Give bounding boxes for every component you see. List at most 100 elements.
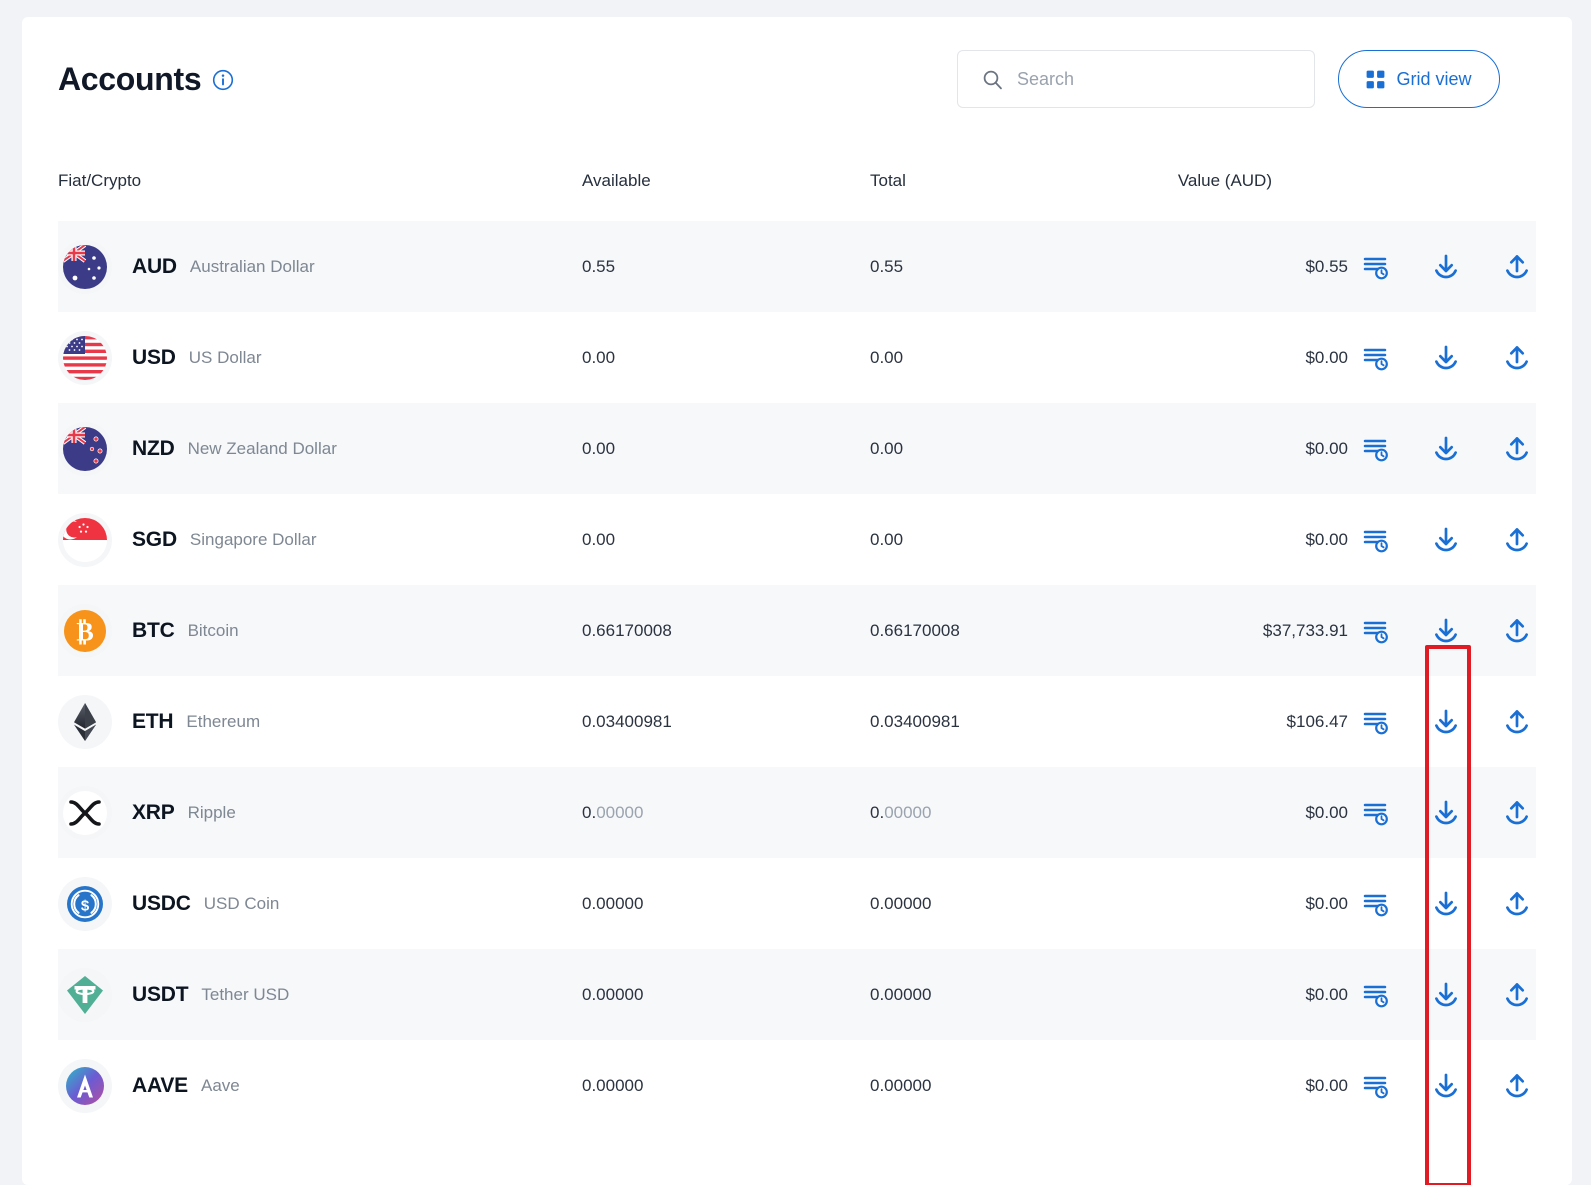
withdraw-upload-icon[interactable] xyxy=(1500,614,1534,648)
available-cell: 0.66170008 xyxy=(582,621,672,641)
available-value: 0.00 xyxy=(582,347,616,367)
search-box[interactable] xyxy=(957,50,1315,108)
table-body: AUD Australian Dollar 0.55 0.55 $0.55 USD US D… xyxy=(22,221,1572,1131)
deposit-download-icon[interactable] xyxy=(1429,614,1463,648)
transaction-history-icon[interactable] xyxy=(1358,341,1392,375)
table-row[interactable]: USDC USD Coin 0.00000 0.00000 $0.00 xyxy=(58,858,1536,949)
deposit-download-icon[interactable] xyxy=(1429,250,1463,284)
total-value: 0.00000 xyxy=(870,1075,932,1095)
row-actions xyxy=(1358,432,1534,466)
total-cell: 0.00000 xyxy=(870,803,931,823)
transaction-history-icon[interactable] xyxy=(1358,250,1392,284)
withdraw-upload-icon[interactable] xyxy=(1500,978,1534,1012)
transaction-history-icon[interactable] xyxy=(1358,887,1392,921)
flag-singapore-icon xyxy=(58,512,112,567)
asset-cell: USDC USD Coin xyxy=(58,876,279,931)
deposit-download-icon[interactable] xyxy=(1429,432,1463,466)
grid-icon xyxy=(1366,70,1385,89)
search-input[interactable] xyxy=(1017,68,1287,90)
tether-icon xyxy=(58,967,112,1022)
deposit-download-icon[interactable] xyxy=(1429,341,1463,375)
total-cell: 0.00000 xyxy=(870,985,931,1005)
available-cell: 0.00000 xyxy=(582,985,643,1005)
transaction-history-icon[interactable] xyxy=(1358,523,1392,557)
value-aud-cell: $37,733.91 xyxy=(1262,620,1348,640)
withdraw-upload-icon[interactable] xyxy=(1500,887,1534,921)
page-title: Accounts xyxy=(58,61,202,97)
table-row[interactable]: BTC Bitcoin 0.66170008 0.66170008 $37,733.91 xyxy=(58,585,1536,676)
transaction-history-icon[interactable] xyxy=(1358,432,1392,466)
asset-cell: BTC Bitcoin xyxy=(58,603,239,658)
table-row[interactable]: ETH Ethereum 0.03400981 0.03400981 $106.47 xyxy=(58,676,1536,767)
withdraw-upload-icon[interactable] xyxy=(1500,796,1534,830)
asset-code: BTC xyxy=(132,618,175,642)
withdraw-upload-icon[interactable] xyxy=(1500,705,1534,739)
flag-australia-icon xyxy=(58,239,112,294)
asset-code: AUD xyxy=(132,254,177,278)
row-actions xyxy=(1358,1069,1534,1103)
deposit-download-icon[interactable] xyxy=(1429,796,1463,830)
info-circle-icon[interactable] xyxy=(212,69,234,91)
usd-coin-icon xyxy=(58,876,112,931)
table-header-row: Fiat/Crypto Available Total Value (AUD) xyxy=(22,145,1572,221)
total-value: 0.00 xyxy=(870,438,904,458)
deposit-download-icon[interactable] xyxy=(1429,978,1463,1012)
aave-icon xyxy=(58,1058,112,1113)
total-value: 0.66170008 xyxy=(870,620,960,640)
table-row[interactable]: NZD New Zealand Dollar 0.00 0.00 $0.00 xyxy=(58,403,1536,494)
total-cell: 0.00 xyxy=(870,530,903,550)
deposit-download-icon[interactable] xyxy=(1429,523,1463,557)
asset-code: USDC xyxy=(132,891,191,915)
grid-view-label: Grid view xyxy=(1396,68,1472,89)
table-row[interactable]: XRP Ripple 0.00000 0.00000 $0.00 xyxy=(58,767,1536,858)
transaction-history-icon[interactable] xyxy=(1358,978,1392,1012)
withdraw-upload-icon[interactable] xyxy=(1500,341,1534,375)
deposit-download-icon[interactable] xyxy=(1429,1069,1463,1103)
row-actions xyxy=(1358,341,1534,375)
transaction-history-icon[interactable] xyxy=(1358,705,1392,739)
row-actions xyxy=(1358,250,1534,284)
transaction-history-icon[interactable] xyxy=(1358,796,1392,830)
asset-code: ETH xyxy=(132,709,174,733)
available-cell: 0.00000 xyxy=(582,1076,643,1096)
asset-cell: NZD New Zealand Dollar xyxy=(58,421,337,476)
value-aud-cell: $0.55 xyxy=(1305,256,1348,276)
row-actions xyxy=(1358,523,1534,557)
value-aud-cell: $0.00 xyxy=(1305,893,1348,913)
available-value: 0.00 xyxy=(582,529,616,549)
asset-code: USDT xyxy=(132,982,189,1006)
deposit-download-icon[interactable] xyxy=(1429,887,1463,921)
asset-name: Bitcoin xyxy=(187,620,239,640)
withdraw-upload-icon[interactable] xyxy=(1500,432,1534,466)
ripple-icon xyxy=(58,785,112,840)
asset-code: SGD xyxy=(132,527,177,551)
withdraw-upload-icon[interactable] xyxy=(1500,1069,1534,1103)
row-actions xyxy=(1358,887,1534,921)
total-cell: 0.00 xyxy=(870,439,903,459)
column-header-available: Available xyxy=(582,171,651,190)
total-cell: 0.00 xyxy=(870,348,903,368)
available-value-decimals: 00000 xyxy=(596,802,644,822)
table-row[interactable]: USDT Tether USD 0.00000 0.00000 $0.00 xyxy=(58,949,1536,1040)
table-row[interactable]: AAVE Aave 0.00000 0.00000 $0.00 xyxy=(58,1040,1536,1131)
total-cell: 0.00000 xyxy=(870,1076,931,1096)
transaction-history-icon[interactable] xyxy=(1358,614,1392,648)
asset-code: AAVE xyxy=(132,1073,188,1097)
asset-name: Ripple xyxy=(187,802,236,822)
asset-name: US Dollar xyxy=(188,347,262,367)
row-actions xyxy=(1358,614,1534,648)
grid-view-button[interactable]: Grid view xyxy=(1338,50,1500,108)
withdraw-upload-icon[interactable] xyxy=(1500,250,1534,284)
transaction-history-icon[interactable] xyxy=(1358,1069,1392,1103)
available-value: 0.00000 xyxy=(582,893,644,913)
table-row[interactable]: AUD Australian Dollar 0.55 0.55 $0.55 xyxy=(58,221,1536,312)
table-row[interactable]: USD US Dollar 0.00 0.00 $0.00 xyxy=(58,312,1536,403)
asset-name: Tether USD xyxy=(201,984,290,1004)
value-aud-cell: $0.00 xyxy=(1305,438,1348,458)
row-actions xyxy=(1358,796,1534,830)
available-cell: 0.00 xyxy=(582,530,615,550)
deposit-download-icon[interactable] xyxy=(1429,705,1463,739)
value-aud-cell: $0.00 xyxy=(1305,984,1348,1004)
table-row[interactable]: SGD Singapore Dollar 0.00 0.00 $0.00 xyxy=(58,494,1536,585)
withdraw-upload-icon[interactable] xyxy=(1500,523,1534,557)
